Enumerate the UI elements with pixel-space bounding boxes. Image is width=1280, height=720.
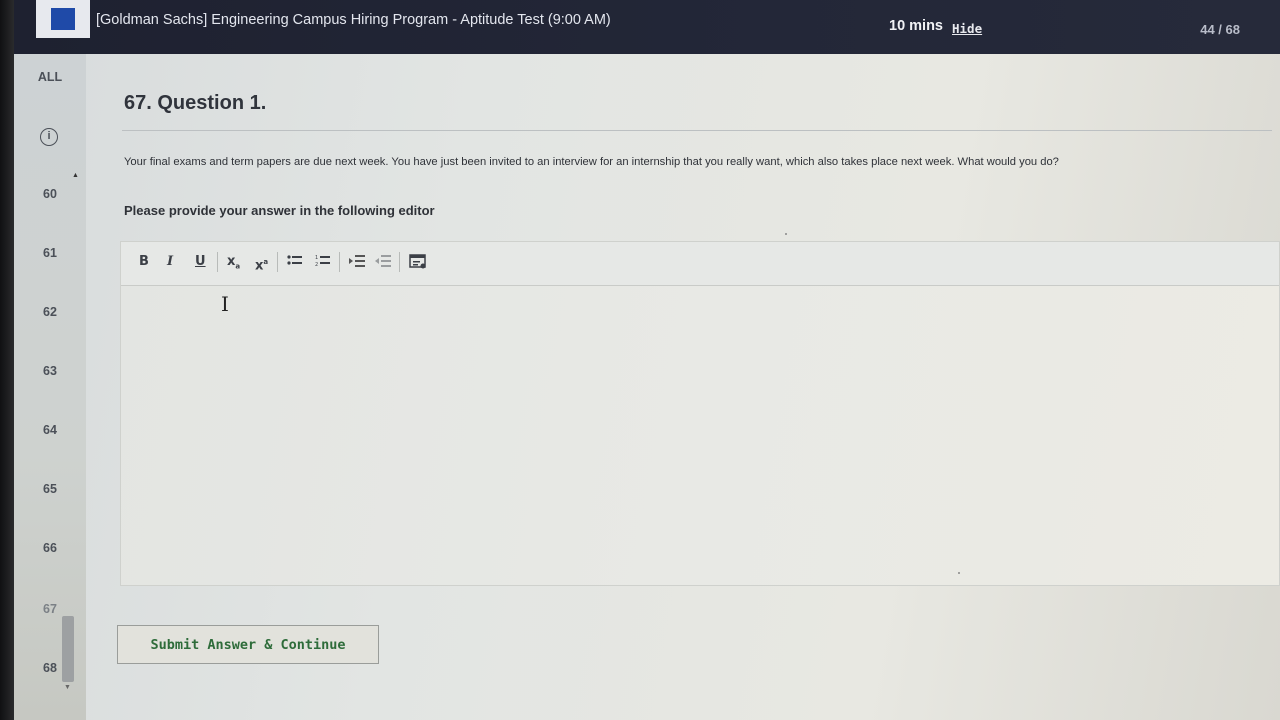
answer-text-area[interactable] (121, 287, 1279, 585)
svg-text:1: 1 (315, 255, 318, 261)
text-cursor-icon: I (221, 292, 229, 316)
question-navigator: ALL i ▲ 60 61 62 63 64 65 66 67 68 ▼ (14, 54, 86, 720)
toolbar-separator (399, 252, 400, 272)
bold-button[interactable]: B (139, 254, 149, 270)
svg-text:2: 2 (315, 262, 318, 268)
screen-speck (785, 233, 787, 235)
nav-all[interactable]: ALL (24, 70, 76, 84)
scroll-up-arrow-icon[interactable]: ▲ (72, 172, 79, 179)
screen-speck (958, 572, 960, 574)
nav-question-65[interactable]: 65 (24, 482, 76, 496)
logo (36, 0, 90, 38)
toolbar-separator (277, 252, 278, 272)
answer-editor: B I U xa xa 12 I (120, 241, 1280, 586)
nav-question-66[interactable]: 66 (24, 541, 76, 555)
code-block-icon[interactable] (409, 254, 427, 274)
scroll-down-arrow-icon[interactable]: ▼ (64, 684, 71, 691)
italic-button[interactable]: I (167, 254, 173, 270)
question-progress: 44 / 68 (1200, 22, 1240, 37)
toolbar-separator (217, 252, 218, 272)
subscript-button[interactable]: xa (227, 254, 240, 275)
header-bar: [Goldman Sachs] Engineering Campus Hirin… (14, 0, 1280, 54)
editor-label: Please provide your answer in the follow… (124, 203, 435, 218)
submit-answer-button[interactable]: Submit Answer & Continue (117, 625, 379, 664)
hide-timer-link[interactable]: Hide (952, 21, 982, 36)
screen: [Goldman Sachs] Engineering Campus Hirin… (0, 0, 1280, 720)
question-title: 67. Question 1. (124, 92, 267, 114)
underline-button[interactable]: U (195, 254, 206, 270)
outdent-icon[interactable] (375, 254, 391, 273)
indent-icon[interactable] (349, 254, 365, 273)
nav-question-61[interactable]: 61 (24, 246, 76, 260)
bezel (0, 0, 14, 720)
question-text: Your final exams and term papers are due… (124, 156, 1059, 168)
nav-question-67[interactable]: 67 (24, 602, 76, 616)
logo-icon (51, 8, 75, 30)
numbered-list-icon[interactable]: 12 (315, 254, 331, 273)
bulleted-list-icon[interactable] (287, 254, 303, 273)
nav-question-62[interactable]: 62 (24, 305, 76, 319)
nav-question-64[interactable]: 64 (24, 423, 76, 437)
nav-question-63[interactable]: 63 (24, 364, 76, 378)
timer: 10 mins (889, 18, 943, 34)
editor-toolbar: B I U xa xa 12 (121, 242, 1279, 286)
nav-question-60[interactable]: 60 (24, 187, 76, 201)
divider (122, 130, 1272, 131)
superscript-button[interactable]: xa (255, 254, 268, 274)
info-icon[interactable]: i (40, 128, 58, 146)
test-title: [Goldman Sachs] Engineering Campus Hirin… (96, 12, 611, 28)
toolbar-separator (339, 252, 340, 272)
scrollbar-thumb[interactable] (62, 616, 74, 682)
